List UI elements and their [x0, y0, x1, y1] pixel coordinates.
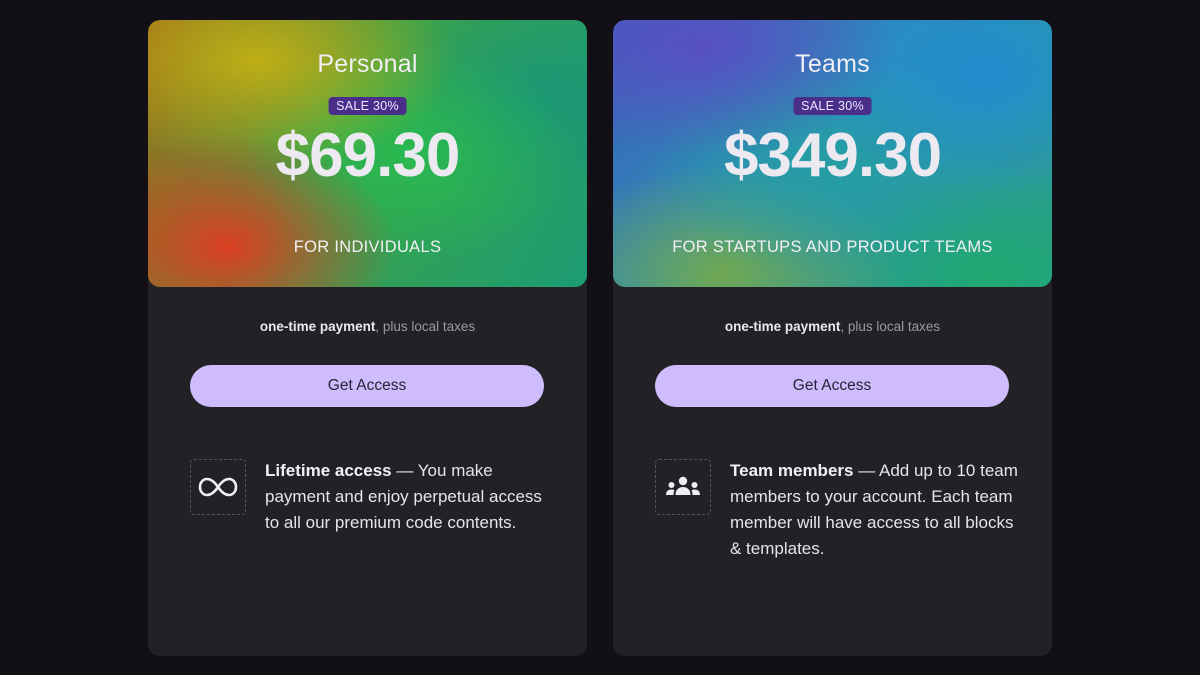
- plan-title: Personal: [317, 50, 418, 78]
- feature-description: Team members — Add up to 10 team members…: [730, 458, 1022, 562]
- payment-taxes: , plus local taxes: [840, 319, 941, 334]
- plan-card-teams: Teams SALE 30% $349.30 FOR STARTUPS AND …: [613, 20, 1052, 656]
- pricing-page: Personal SALE 30% $69.30 FOR INDIVIDUALS…: [0, 0, 1200, 675]
- payment-note: one-time payment, plus local taxes: [613, 319, 1052, 334]
- payment-type: one-time payment: [259, 319, 376, 334]
- infinity-icon: [190, 459, 246, 515]
- sale-badge: SALE 30%: [793, 97, 872, 115]
- plan-audience: FOR STARTUPS AND PRODUCT TEAMS: [672, 238, 993, 256]
- feature-title: Team members: [730, 461, 854, 480]
- plan-price: $349.30: [723, 121, 942, 190]
- feature-title: Lifetime access: [265, 461, 392, 480]
- get-access-button[interactable]: Get Access: [655, 365, 1009, 407]
- feature-description: Lifetime access — You make payment and e…: [265, 458, 557, 536]
- payment-taxes: , plus local taxes: [375, 319, 476, 334]
- payment-note: one-time payment, plus local taxes: [148, 319, 587, 334]
- plan-card-personal: Personal SALE 30% $69.30 FOR INDIVIDUALS…: [148, 20, 587, 656]
- plan-audience: FOR INDIVIDUALS: [293, 238, 442, 256]
- sale-badge: SALE 30%: [328, 97, 407, 115]
- plan-hero: Personal SALE 30% $69.30 FOR INDIVIDUALS: [148, 20, 587, 287]
- get-access-button[interactable]: Get Access: [190, 365, 544, 407]
- team-members-icon: [655, 459, 711, 515]
- plan-price: $69.30: [275, 121, 461, 190]
- plan-hero: Teams SALE 30% $349.30 FOR STARTUPS AND …: [613, 20, 1052, 287]
- plan-title: Teams: [795, 50, 870, 78]
- payment-type: one-time payment: [724, 319, 841, 334]
